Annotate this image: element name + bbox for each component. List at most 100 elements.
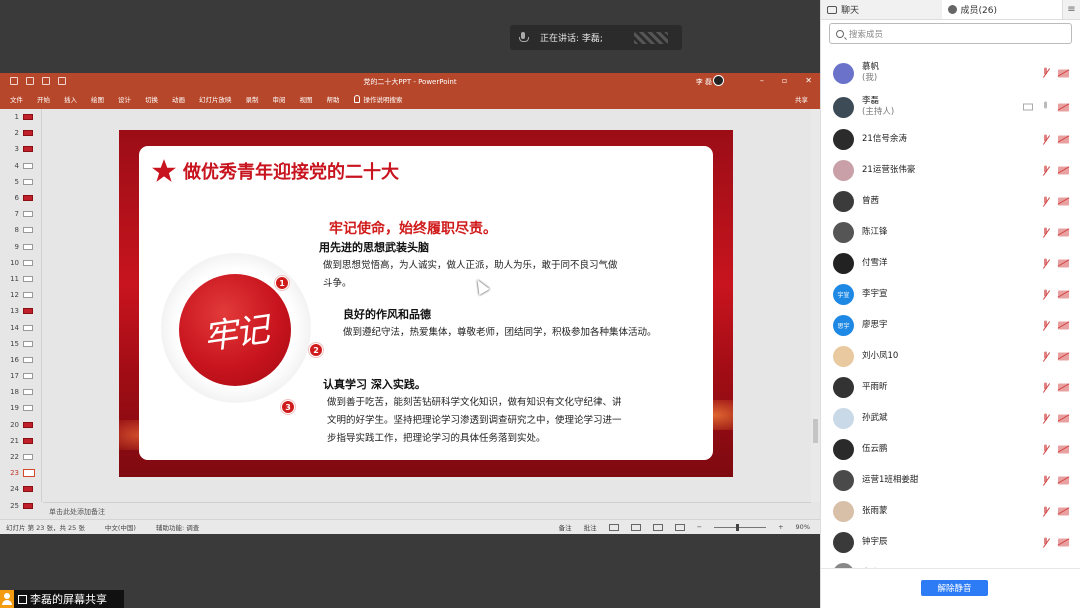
slide-thumbnail[interactable]: 25: [0, 498, 41, 514]
vertical-scrollbar[interactable]: [811, 109, 820, 502]
member-row[interactable]: 李磊 (主持人): [821, 90, 1080, 124]
tab-view[interactable]: 视图: [300, 94, 313, 104]
member-row[interactable]: 付雪洋: [821, 248, 1080, 279]
slide-thumbnail[interactable]: 6: [0, 190, 41, 206]
reading-view-icon[interactable]: [652, 523, 663, 531]
slide-thumbnail[interactable]: 3: [0, 141, 41, 157]
slide-thumbnail[interactable]: 23: [0, 465, 41, 481]
scroll-thumb[interactable]: [813, 419, 818, 443]
language-indicator[interactable]: 中文(中国): [105, 522, 136, 532]
zoom-slider-thumb[interactable]: [736, 523, 740, 531]
slide-thumbnail[interactable]: 18: [0, 384, 41, 400]
section-line: 文明的好学生。坚持把理论学习渗透到调查研究之中，使理论学习进一: [327, 415, 622, 426]
screen-share-indicator[interactable]: 李磊的屏幕共享: [0, 590, 124, 608]
slide-thumbnail[interactable]: 5: [0, 174, 41, 190]
tab-animations[interactable]: 动画: [172, 94, 185, 104]
member-status-icons: [1041, 320, 1069, 331]
member-row[interactable]: 伍云鹏: [821, 434, 1080, 465]
tab-design[interactable]: 设计: [118, 94, 131, 104]
slide-thumbnail[interactable]: 21: [0, 433, 41, 449]
member-row[interactable]: 宇宣 李宇宣: [821, 279, 1080, 310]
member-row[interactable]: 21运营张伟豪: [821, 155, 1080, 186]
tab-members[interactable]: 成员(26): [941, 0, 1062, 19]
share-button[interactable]: 共享: [795, 94, 808, 104]
camera-off-icon: [1058, 414, 1069, 423]
tab-transitions[interactable]: 切换: [145, 94, 158, 104]
notes-pane[interactable]: 单击此处添加备注: [43, 502, 811, 519]
tab-insert[interactable]: 插入: [64, 94, 77, 104]
slide-thumbnail[interactable]: 13: [0, 303, 41, 319]
restore-icon[interactable]: ▫: [782, 76, 787, 85]
member-search-input[interactable]: 搜索成员: [829, 23, 1072, 44]
normal-view-icon[interactable]: [608, 523, 619, 531]
member-row[interactable]: 孙武斌: [821, 403, 1080, 434]
member-row[interactable]: 张雨蒙: [821, 496, 1080, 527]
slide-subtitle: 牢记使命，始终履职尽责。: [329, 221, 497, 237]
microphone-muted-icon: [1041, 537, 1050, 548]
menu-icon[interactable]: ≡: [1062, 0, 1080, 19]
slide-preview: [23, 437, 33, 444]
slide: 做优秀青年迎接党的二十大 牢记使命，始终履职尽责。 牢记 1 2 3 用先进的思…: [119, 130, 733, 477]
minimize-icon[interactable]: –: [760, 76, 764, 85]
tab-home[interactable]: 开始: [37, 94, 50, 104]
member-row[interactable]: 运营1班相姜甜: [821, 465, 1080, 496]
slide-thumbnail[interactable]: 4: [0, 158, 41, 174]
tab-slideshow[interactable]: 幻灯片放映: [199, 94, 232, 104]
tab-draw[interactable]: 绘图: [91, 94, 104, 104]
slide-thumbnail[interactable]: 2: [0, 125, 41, 141]
slide-thumbnail[interactable]: 14: [0, 319, 41, 335]
zoom-level[interactable]: 90%: [796, 523, 810, 531]
tab-file[interactable]: 文件: [10, 94, 23, 104]
sorter-view-icon[interactable]: [630, 523, 641, 531]
member-row[interactable]: 钟宇辰: [821, 527, 1080, 558]
zoom-out-button[interactable]: −: [697, 523, 702, 531]
slide-preview: [23, 308, 33, 315]
tab-chat[interactable]: 聊天: [821, 0, 942, 19]
slide-thumbnail[interactable]: 1: [0, 109, 41, 125]
slide-number: 10: [10, 258, 19, 267]
slideshow-view-icon[interactable]: [674, 523, 685, 531]
member-row[interactable]: 刘小凤10: [821, 341, 1080, 372]
seal-circle: 牢记: [179, 274, 291, 386]
slide-thumbnail[interactable]: 16: [0, 352, 41, 368]
slide-thumbnail[interactable]: 9: [0, 239, 41, 255]
member-name: 运营1班相姜甜: [862, 475, 919, 485]
member-row[interactable]: 曾茜: [821, 186, 1080, 217]
member-row[interactable]: 21信号余涛: [821, 124, 1080, 155]
member-row[interactable]: 宋晓巴: [821, 558, 1080, 568]
tab-record[interactable]: 录制: [246, 94, 259, 104]
comments-button[interactable]: 批注: [584, 522, 597, 532]
member-row[interactable]: 陈江锋: [821, 217, 1080, 248]
close-icon[interactable]: ✕: [805, 76, 812, 85]
slide-preview: [23, 454, 33, 461]
zoom-in-button[interactable]: +: [778, 523, 783, 531]
tell-me-search[interactable]: 操作说明搜索: [353, 94, 403, 104]
slide-thumbnail[interactable]: 20: [0, 417, 41, 433]
slide-counter: 幻灯片 第 23 张，共 25 张: [6, 524, 85, 532]
notes-button[interactable]: 备注: [559, 522, 572, 532]
zoom-slider[interactable]: [714, 523, 767, 531]
slide-thumbnail[interactable]: 8: [0, 222, 41, 238]
member-status-icons: [1023, 101, 1069, 113]
member-status-icons: [1041, 67, 1069, 79]
slide-thumbnail[interactable]: 19: [0, 400, 41, 416]
slide-thumbnail[interactable]: 11: [0, 271, 41, 287]
slide-thumbnail[interactable]: 24: [0, 481, 41, 497]
tab-help[interactable]: 帮助: [327, 94, 340, 104]
user-avatar[interactable]: [713, 75, 724, 86]
slide-thumbnail[interactable]: 17: [0, 368, 41, 384]
slide-thumbnail[interactable]: 7: [0, 206, 41, 222]
unmute-button[interactable]: 解除静音: [921, 580, 988, 596]
member-info: 钟宇辰: [862, 537, 888, 548]
slide-thumbnail[interactable]: 15: [0, 336, 41, 352]
member-name: 张雨蒙: [862, 506, 888, 516]
slide-preview: [23, 469, 35, 478]
tab-review[interactable]: 审阅: [273, 94, 286, 104]
slide-thumbnail[interactable]: 22: [0, 449, 41, 465]
member-row[interactable]: 平雨昕: [821, 372, 1080, 403]
member-row[interactable]: 慕帆 (我): [821, 56, 1080, 90]
slide-thumbnail[interactable]: 12: [0, 287, 41, 303]
member-row[interactable]: 思宇 廖思宇: [821, 310, 1080, 341]
accessibility-status[interactable]: 辅助功能: 调查: [156, 522, 199, 532]
slide-thumbnail[interactable]: 10: [0, 255, 41, 271]
